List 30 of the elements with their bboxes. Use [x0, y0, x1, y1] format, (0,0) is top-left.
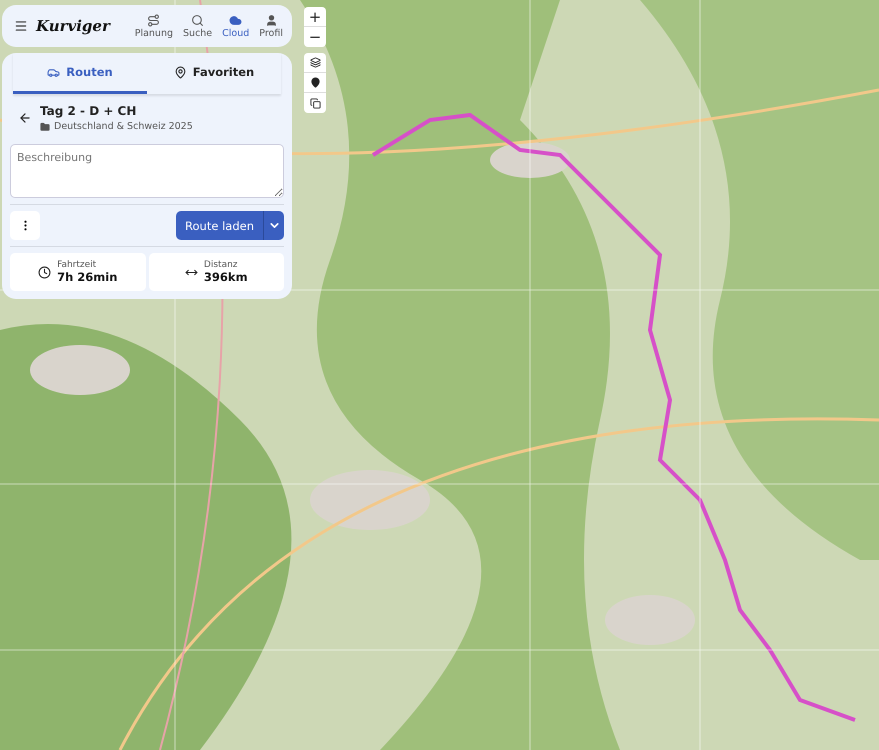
load-route-button[interactable]: Route laden — [176, 211, 263, 240]
nav-button[interactable]: Profil — [258, 14, 284, 38]
layers-icon — [310, 57, 320, 68]
app-logo: Kurviger — [36, 17, 112, 35]
back-arrow-icon[interactable] — [18, 111, 32, 125]
clock-icon — [38, 266, 52, 278]
nav-button[interactable]: Planung — [134, 14, 174, 38]
panel-tab[interactable]: Routen — [13, 53, 147, 94]
nav-button[interactable]: Cloud — [221, 14, 250, 38]
stat-label: Distanz — [204, 260, 239, 270]
user-icon — [264, 14, 278, 26]
stat-value: 7h 26min — [57, 270, 118, 284]
zoom-in-button[interactable]: + — [304, 7, 326, 27]
description-field[interactable]: Beschreibung — [10, 144, 284, 198]
panel-tab[interactable]: Favoriten — [147, 53, 281, 94]
menu-icon[interactable] — [14, 19, 28, 33]
search-icon — [191, 14, 204, 26]
overlapping-squares-icon — [310, 98, 320, 108]
route-icon — [147, 14, 160, 26]
stat-value: 396km — [204, 270, 248, 284]
folder-icon — [40, 122, 50, 132]
stat-label: Fahrtzeit — [57, 260, 98, 270]
nav-button[interactable]: Suche — [182, 14, 214, 38]
map-pin-icon — [174, 66, 187, 78]
map-pin-icon — [310, 77, 320, 88]
folder-name: Deutschland & Schweiz 2025 — [54, 121, 193, 132]
cloud-icon — [229, 14, 242, 26]
dropdown-button[interactable] — [263, 211, 284, 240]
zoom-out-button[interactable]: − — [304, 27, 326, 47]
route-title: Tag 2 - D + CH — [40, 104, 138, 118]
